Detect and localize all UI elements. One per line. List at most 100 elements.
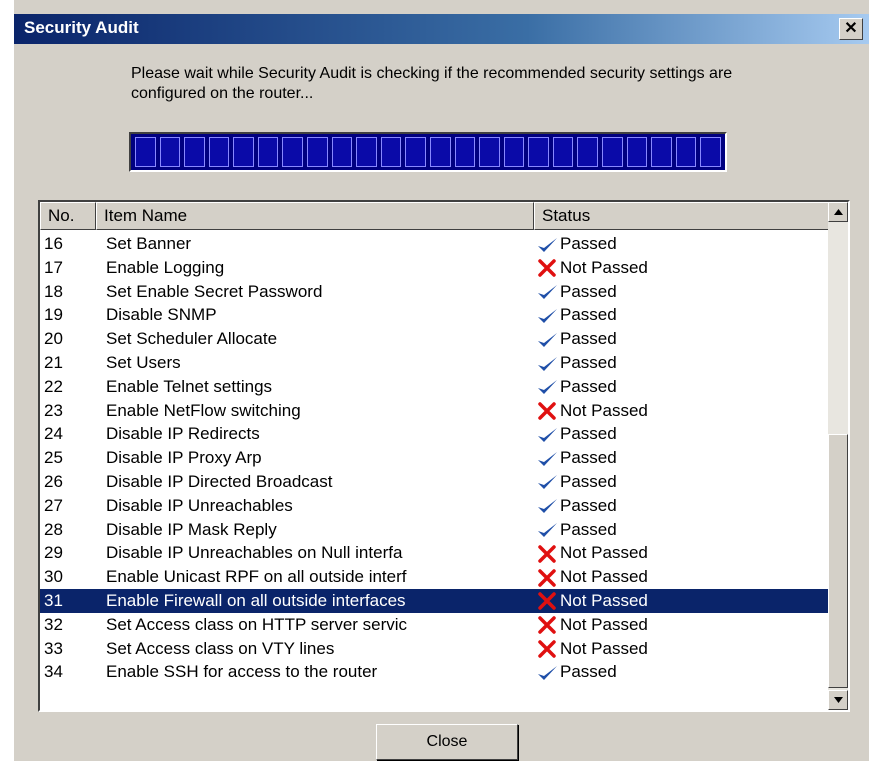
column-header-no[interactable]: No. [40,202,96,230]
row-status: Passed [536,327,617,350]
row-status-label: Not Passed [560,543,648,563]
row-number: 22 [44,376,63,396]
table-row[interactable]: 16 Set Banner Passed [40,232,830,256]
table-row[interactable]: 25 Disable IP Proxy Arp Passed [40,446,830,470]
row-number: 20 [44,329,63,349]
table-row[interactable]: 34 Enable SSH for access to the router Pas… [40,660,830,684]
check-icon [536,473,558,491]
progress-segment [528,137,549,167]
row-number: 29 [44,543,63,563]
row-number: 18 [44,281,63,301]
check-icon [536,378,558,396]
row-item-name: Disable IP Unreachables [106,495,293,515]
x-icon [536,640,558,658]
progress-segment [429,137,451,167]
row-status-label: Passed [560,495,617,515]
row-number: 16 [44,234,63,253]
row-number: 23 [44,400,63,420]
table-row[interactable]: 24 Disable IP Redirects Passed [40,422,830,446]
row-status: Not Passed [536,399,648,422]
row-status: Not Passed [536,256,648,279]
row-status: Passed [536,351,617,374]
row-status-label: Passed [560,329,617,349]
background-strip [0,0,14,761]
row-status: Passed [536,232,617,255]
row-number: 30 [44,567,63,587]
table-row[interactable]: 31 Enable Firewall on all outside interfa… [40,588,830,613]
window-title: Security Audit [24,18,139,37]
row-status-label: Passed [560,448,617,468]
x-icon [536,568,558,587]
table-row[interactable]: 29 Disable IP Unreachables on Null interf… [40,541,830,565]
row-item-name: Disable IP Mask Reply [106,519,277,539]
table-row[interactable]: 26 Disable IP Directed Broadcast Passed [40,470,830,494]
title-bar[interactable]: Security Audit ✕ [14,14,869,44]
progress-segment [454,137,476,167]
status-message: Please wait while Security Audit is chec… [131,65,733,102]
check-icon [536,450,558,468]
vertical-scrollbar[interactable] [828,202,848,710]
table-row[interactable]: 18 Set Enable Secret Password Passed [40,280,830,304]
row-item-name: Disable IP Proxy Arp [106,448,262,468]
check-icon [536,426,558,444]
row-item-name: Enable Logging [106,257,225,277]
column-header-status[interactable]: Status [534,202,830,230]
table-row[interactable]: 33 Set Access class on VTY lines Not Passe… [40,637,830,661]
row-status-label: Passed [560,376,617,396]
table-row[interactable]: 20 Set Scheduler Allocate Passed [40,327,830,351]
progress-segment [233,137,254,167]
progress-segment [601,137,623,167]
row-number: 25 [44,448,63,468]
table-row[interactable]: 21 Set Users Passed [40,351,830,375]
progress-segment [208,137,230,167]
close-button[interactable]: Close [376,724,518,760]
table-row[interactable]: 17 Enable Logging Not Passed [40,256,830,280]
arrow-down-icon [834,697,843,703]
scroll-down-button[interactable] [828,690,848,710]
row-status-label: Passed [560,305,617,325]
progress-segment [282,137,304,167]
table-row[interactable]: 28 Disable IP Mask Reply Passed [40,518,830,542]
row-status-label: Passed [560,281,617,301]
row-status-label: Not Passed [560,590,648,610]
table-row[interactable]: 32 Set Access class on HTTP server servic… [40,613,830,637]
table-row[interactable]: 23 Enable NetFlow switching Not Passed [40,399,830,423]
row-status-label: Not Passed [560,638,648,658]
scroll-up-button[interactable] [828,202,848,222]
scroll-thumb[interactable] [828,434,848,688]
column-header-item-name[interactable]: Item Name [96,202,534,230]
progress-segment [405,137,426,167]
row-item-name: Set Banner [106,234,192,253]
progress-segment [675,137,697,167]
check-icon [536,307,558,325]
progress-segment [307,137,328,167]
x-icon [536,592,558,611]
row-number: 17 [44,257,63,277]
row-status-label: Not Passed [560,400,648,420]
check-icon [536,283,558,301]
progress-segment [135,137,156,167]
check-icon [536,236,558,254]
table-row[interactable]: 30 Enable Unicast RPF on all outside inte… [40,565,830,589]
row-status-label: Not Passed [560,257,648,277]
row-item-name: Enable NetFlow switching [106,400,301,420]
row-item-name: Set Users [106,352,181,372]
progress-segment [577,137,598,167]
row-status-label: Passed [560,424,617,444]
row-status: Not Passed [536,565,648,588]
progress-segment [331,137,353,167]
row-status: Passed [536,280,617,303]
table-row[interactable]: 19 Disable SNMP Passed [40,303,830,327]
row-item-name: Set Access class on VTY lines [106,638,335,658]
x-icon [536,545,558,563]
audit-list[interactable]: No. Item Name Status 16 Set Banner Passed 1… [38,200,850,712]
check-icon [536,497,558,515]
x-icon [536,616,558,635]
close-icon[interactable]: ✕ [839,18,863,40]
row-item-name: Enable Telnet settings [106,376,273,396]
table-row[interactable]: 27 Disable IP Unreachables Passed [40,494,830,518]
row-status-label: Passed [560,234,617,253]
table-row[interactable]: 22 Enable Telnet settings Passed [40,375,830,399]
row-status: Passed [536,494,617,517]
progress-bar [129,132,727,172]
